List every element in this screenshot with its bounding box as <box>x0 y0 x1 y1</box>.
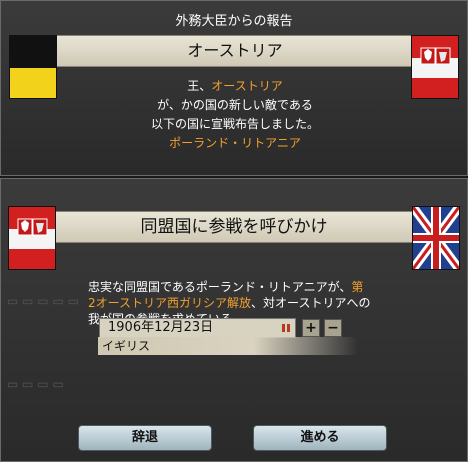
war-goal-link[interactable]: 2オーストリア西ガリシア解放 <box>88 296 251 310</box>
union-jack-icon <box>413 207 459 269</box>
report-country-link[interactable]: オーストリア <box>211 79 282 93</box>
report-line-1: 王、オーストリア <box>61 77 409 96</box>
report-line-3: 以下の国に宣戦布告しました。 <box>150 117 319 131</box>
habsburg-flag-icon <box>9 35 57 99</box>
report-line-1-prefix: 王、 <box>187 79 212 93</box>
zoom-out-button[interactable]: − <box>324 319 342 337</box>
alliance-msg-hl-1: 第 <box>351 280 364 294</box>
report-heading: 外務大臣からの報告 <box>175 14 293 29</box>
decline-button[interactable]: 辞退 <box>78 425 212 451</box>
alliance-title: 同盟国に参戦を呼びかけ <box>140 217 328 237</box>
eagle-emblem-icon <box>17 218 48 236</box>
zoom-in-button[interactable]: + <box>302 319 320 337</box>
report-panel: 外務大臣からの報告 オーストリア 王、オーストリア が、かの国の新しい敵である … <box>0 0 468 176</box>
alliance-title-banner: 同盟国に参戦を呼びかけ <box>30 211 438 243</box>
date-display[interactable]: 1906年12月23日 <box>99 318 296 338</box>
proceed-button[interactable]: 進める <box>253 425 387 451</box>
alliance-msg-part-1: 忠実な同盟国であるポーランド・リトアニアが、 <box>88 280 352 294</box>
pause-icon[interactable] <box>282 324 291 332</box>
background-ghost-ui-2: ▭ ▭ ▭ ▭ <box>7 377 64 391</box>
report-enemy-link[interactable]: ポーランド・リトアニア <box>61 134 409 153</box>
alliance-msg-part-2: 、対オーストリアへの <box>251 296 371 310</box>
report-title-banner: オーストリア <box>31 35 439 67</box>
date-text: 1906年12月23日 <box>108 320 214 335</box>
polish-lithuanian-flag-icon <box>411 35 459 99</box>
british-flag-icon <box>412 206 460 270</box>
report-message: 王、オーストリア が、かの国の新しい敵である 以下の国に宣戦布告しました。 ポー… <box>61 77 409 153</box>
polish-lithuanian-flag-icon <box>8 206 56 270</box>
report-title: オーストリア <box>187 41 283 60</box>
background-ghost-ui: ▭ ▭ ▭ ▭ ▭ <box>7 294 79 308</box>
report-line-2: が、かの国の新しい敵である <box>157 98 313 112</box>
selected-country-label: イギリス <box>98 337 358 355</box>
eagle-emblem-icon <box>420 47 451 65</box>
